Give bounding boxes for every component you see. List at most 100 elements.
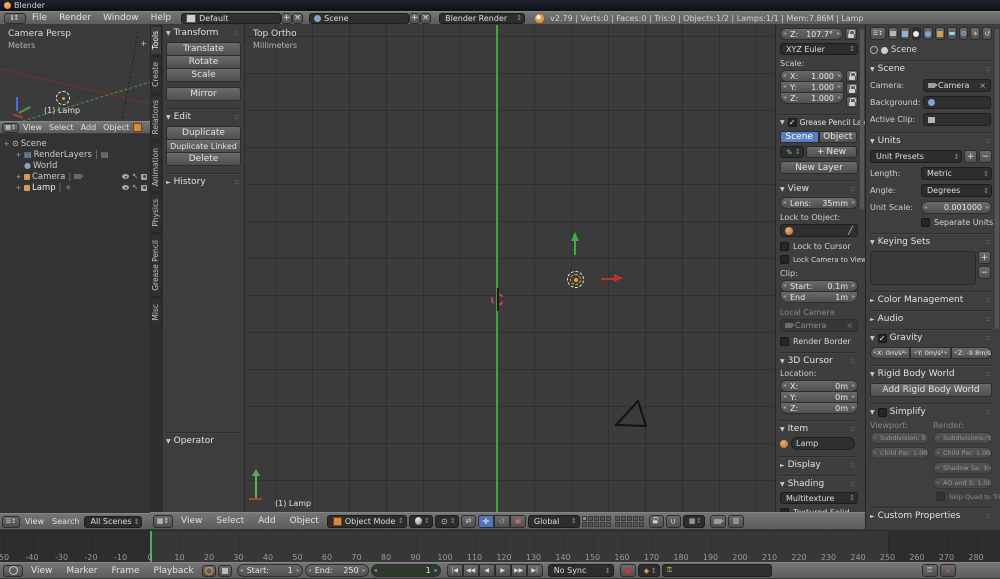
unit-presets-select[interactable]: Unit Presets — [870, 150, 963, 163]
gp-new-button[interactable]: + New — [805, 146, 857, 158]
outliner-display-filter[interactable]: All Scenes — [84, 515, 143, 528]
panel-edit-header[interactable]: ▼ Edit :: — [166, 108, 241, 122]
record-button[interactable] — [619, 564, 636, 577]
lock-scale-x-icon[interactable] — [846, 70, 858, 82]
render-opengl-button[interactable] — [709, 514, 726, 528]
lock-to-scene-toggle[interactable] — [648, 514, 664, 528]
n-panel-scrollbar[interactable] — [860, 29, 864, 209]
editor-type-properties-icon[interactable]: ☰↕ — [870, 27, 886, 40]
gp-datablock-select[interactable]: ✎ — [780, 146, 804, 158]
length-select[interactable]: Metric — [921, 167, 992, 180]
camera-menu-add[interactable]: Add — [78, 123, 100, 132]
snap-element-select[interactable]: ▦ — [682, 514, 705, 528]
n-panel[interactable]: Z: 107.7° XYZ Euler Scale: X: 1.000 Y: 1… — [775, 25, 865, 512]
camera-data-icon[interactable] — [74, 174, 85, 179]
viewport-menu-add[interactable]: Add — [252, 516, 281, 526]
keying-sets-list[interactable] — [870, 251, 976, 285]
menu-file[interactable]: File — [26, 13, 53, 23]
selectability-icon[interactable]: ↖ — [132, 184, 138, 191]
lamp-object[interactable] — [567, 271, 584, 288]
clip-end-field[interactable]: End 1m — [780, 291, 858, 303]
panel-display-header[interactable]: ► Display :: — [780, 456, 857, 470]
panel-view-header[interactable]: ▼ View :: — [780, 180, 857, 194]
camera-menu-select[interactable]: Select — [46, 123, 77, 132]
mirror-button[interactable]: Mirror — [166, 87, 241, 101]
timeline-menu-frame[interactable]: Frame — [105, 566, 145, 576]
timeline-menu-view[interactable]: View — [25, 566, 58, 576]
add-layout-button[interactable]: + — [281, 12, 293, 24]
tab-render-layers-icon[interactable] — [899, 27, 910, 40]
editor-type-outliner-icon[interactable]: ☰↕ — [2, 515, 20, 528]
tool-tab-physics[interactable]: Physics — [150, 193, 162, 233]
textured-solid-checkbox[interactable] — [780, 508, 789, 512]
editor-type-3dview-icon[interactable]: ▦↕ — [153, 514, 173, 528]
pin-icon[interactable] — [870, 46, 878, 54]
eyedropper-icon[interactable]: ╱ — [848, 226, 853, 235]
panel-3d-cursor-header[interactable]: ▼ 3D Cursor :: — [780, 352, 857, 366]
delete-keyframe-button[interactable]: ✕ — [939, 564, 956, 577]
expand-icon[interactable]: + — [15, 184, 22, 192]
outliner-item-label[interactable]: Scene — [21, 139, 47, 149]
simplify-ao-sss-field[interactable]: AO and S: 1.000 — [933, 477, 992, 489]
renderability-icon[interactable] — [141, 173, 147, 180]
active-clip-picker[interactable] — [923, 113, 991, 126]
menu-help[interactable]: Help — [145, 13, 178, 23]
timeline[interactable]: -50 -40 -30 -20 -10 0 10 20 30 40 50 60 70 80 90 100 110… — [0, 530, 1000, 563]
unit-scale-field[interactable]: 0.001000 — [921, 201, 992, 214]
next-keyframe-button[interactable]: ▶▶ — [510, 564, 527, 577]
layer-1[interactable] — [581, 515, 587, 521]
outliner-item-label[interactable]: World — [33, 161, 57, 171]
tab-constraints-icon[interactable] — [946, 27, 957, 40]
panel-options-icon[interactable]: :: — [985, 334, 992, 342]
prev-keyframe-button[interactable]: ◀◀ — [462, 564, 479, 577]
skip-quad-checkbox[interactable] — [936, 492, 945, 501]
scale-z-field[interactable]: Z: 1.000 — [780, 92, 844, 104]
outliner-row-world[interactable]: ● World — [0, 160, 150, 171]
tab-physics-icon[interactable]: ↺ — [982, 27, 993, 40]
angle-select[interactable]: Degrees — [921, 184, 992, 197]
duplicate-button[interactable]: Duplicate — [166, 126, 241, 140]
editor-type-3dview-icon[interactable]: ▦↕ — [2, 122, 19, 133]
region-split-plus-icon[interactable]: + — [140, 39, 147, 48]
panel-rigid-body-header[interactable]: ▼ Rigid Body World :: — [870, 365, 992, 379]
camera-menu-view[interactable]: View — [20, 123, 45, 132]
panel-units-header[interactable]: ▼ Units :: — [870, 132, 992, 146]
tool-tab-tools[interactable]: Tools — [150, 25, 162, 56]
panel-simplify-header[interactable]: ▼ Simplify :: — [870, 403, 992, 417]
panel-color-management-header[interactable]: ► Color Management :: — [870, 291, 992, 305]
gravity-z-field[interactable]: Z: -9.8m/s² — [950, 347, 992, 359]
delete-button[interactable]: Delete — [166, 152, 241, 166]
cursor-z-field[interactable]: Z: 0m — [780, 402, 858, 414]
snap-toggle[interactable]: ∩ — [665, 514, 681, 528]
tab-scene-icon[interactable] — [911, 27, 922, 40]
viewport-menu-view[interactable]: View — [175, 516, 208, 526]
add-keying-set-button[interactable]: + — [978, 251, 991, 264]
remove-keying-set-button[interactable]: − — [978, 266, 991, 279]
lock-to-cursor-checkbox[interactable] — [780, 242, 789, 251]
lock-camera-row[interactable]: Lock Camera to View — [780, 255, 865, 264]
delete-scene-button[interactable]: × — [420, 12, 432, 24]
tool-tab-relations[interactable]: Relations — [150, 94, 162, 141]
jump-to-start-button[interactable]: |◀ — [446, 564, 463, 577]
renderability-icon[interactable] — [141, 184, 147, 191]
expand-icon[interactable]: + — [15, 151, 22, 159]
rotation-z-field[interactable]: Z: 107.7° — [780, 28, 843, 40]
add-rigid-body-world-button[interactable]: Add Rigid Body World — [870, 383, 992, 397]
outliner[interactable]: + ⊙ Scene + ▤ RenderLayers | ▤ ● World +… — [0, 134, 151, 513]
panel-options-icon[interactable]: :: — [850, 480, 857, 488]
lock-scale-z-icon[interactable] — [846, 96, 858, 108]
timeline-ruler[interactable]: -50 -40 -30 -20 -10 0 10 20 30 40 50 60 70 80 90 100 110… — [0, 531, 1000, 563]
render-border-checkbox[interactable] — [780, 337, 789, 346]
rotation-mode-select[interactable]: XYZ Euler — [780, 43, 858, 55]
gp-new-layer-button[interactable]: New Layer — [780, 161, 858, 174]
add-preset-button[interactable]: + — [964, 150, 978, 163]
visibility-icon[interactable] — [122, 174, 130, 179]
play-button[interactable]: ▶ — [494, 564, 511, 577]
panel-transform-header[interactable]: ▼ Transform :: — [166, 28, 241, 38]
simplify-render-child-field[interactable]: Child Par: 1.000 — [933, 447, 992, 459]
visibility-icon[interactable] — [122, 185, 130, 190]
frame-end-field[interactable]: End: 250 — [304, 564, 369, 577]
simplify-render-subdivision-field[interactable]: Subdivisions: 5 — [933, 432, 992, 444]
timeline-menu-playback[interactable]: Playback — [148, 566, 200, 576]
jump-to-end-button[interactable]: ▶| — [526, 564, 543, 577]
